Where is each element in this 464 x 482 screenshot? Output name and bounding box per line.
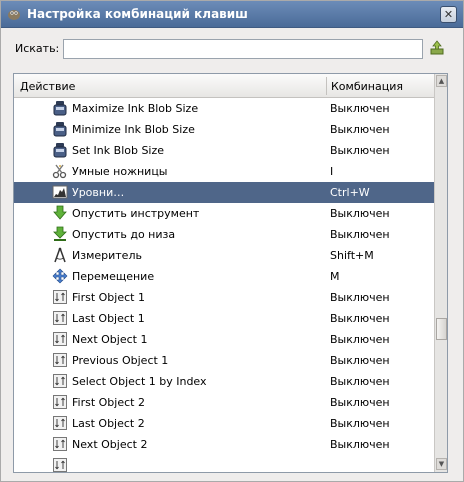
- column-separator: [326, 77, 327, 95]
- close-icon: ✕: [443, 8, 454, 21]
- shortcuts-dialog: Настройка комбинаций клавиш ✕ Искать: Де…: [0, 0, 464, 482]
- object-icon: [53, 416, 67, 430]
- table-row[interactable]: Previous Object 1 Выключен: [14, 350, 434, 371]
- object-icon: [53, 332, 67, 346]
- shortcut-value[interactable]: Выключен: [330, 291, 390, 304]
- table-row[interactable]: First Object 2 Выключен: [14, 392, 434, 413]
- action-name: Previous Object 1: [72, 354, 169, 367]
- column-header-shortcut[interactable]: Комбинация: [331, 80, 403, 93]
- table-row[interactable]: Опустить инструмент Выключен: [14, 203, 434, 224]
- search-label: Искать:: [15, 42, 60, 55]
- shortcut-value[interactable]: Выключен: [330, 123, 390, 136]
- table-row[interactable]: First Object 1 Выключен: [14, 287, 434, 308]
- table-row[interactable]: Уровни… Ctrl+W: [14, 182, 434, 203]
- table-row[interactable]: Last Object 1 Выключен: [14, 308, 434, 329]
- object-icon: [53, 458, 67, 472]
- table-row[interactable]: Set Ink Blob Size Выключен: [14, 140, 434, 161]
- shortcut-value[interactable]: Выключен: [330, 375, 390, 388]
- measure-icon: [54, 247, 66, 263]
- action-name: Next Object 2: [72, 438, 148, 451]
- action-name: Измеритель: [72, 249, 142, 262]
- action-name: Last Object 2: [72, 417, 145, 430]
- action-name: First Object 1: [72, 291, 145, 304]
- shortcut-value[interactable]: Выключен: [330, 102, 390, 115]
- table-row[interactable]: Next Object 1 Выключен: [14, 329, 434, 350]
- object-icon: [53, 353, 67, 367]
- action-name: First Object 2: [72, 396, 145, 409]
- action-name: Set Ink Blob Size: [72, 144, 165, 157]
- object-icon: [53, 311, 67, 325]
- shortcut-value[interactable]: Выключен: [330, 333, 390, 346]
- gimp-app-icon: [8, 10, 20, 20]
- column-header-action[interactable]: Действие: [20, 80, 75, 93]
- shortcut-value[interactable]: Выключен: [330, 354, 390, 367]
- ink-icon: [53, 101, 67, 116]
- window-title: Настройка комбинаций клавиш: [27, 7, 248, 21]
- search-row: Искать:: [1, 29, 463, 69]
- action-name: Maximize Ink Blob Size: [72, 102, 199, 115]
- table-row[interactable]: Minimize Ink Blob Size Выключен: [14, 119, 434, 140]
- shortcut-value[interactable]: Shift+M: [330, 249, 374, 262]
- action-name: Уровни…: [72, 186, 125, 199]
- shortcut-value[interactable]: I: [330, 165, 333, 178]
- action-name: Опустить до низа: [72, 228, 176, 241]
- title-bar[interactable]: Настройка комбинаций клавиш ✕: [1, 1, 463, 28]
- object-icon: [53, 374, 67, 388]
- arrow-down-icon: [53, 205, 67, 220]
- vertical-scrollbar[interactable]: ▲ ▼: [434, 74, 447, 472]
- action-name: Select Object 1 by Index: [72, 375, 207, 388]
- shortcut-value[interactable]: Ctrl+W: [330, 186, 370, 199]
- object-icon: [53, 290, 67, 304]
- ink-icon: [53, 122, 67, 137]
- table-row[interactable]: Next Object 2 Выключен: [14, 434, 434, 455]
- ink-icon: [53, 143, 67, 158]
- action-name: Next Object 1: [72, 333, 148, 346]
- search-action-icon[interactable]: [429, 40, 445, 56]
- table-row[interactable]: Select Object 1 by Index Выключен: [14, 371, 434, 392]
- shortcut-value[interactable]: Выключен: [330, 417, 390, 430]
- close-button[interactable]: ✕: [440, 6, 457, 23]
- table-row[interactable]: Maximize Ink Blob Size Выключен: [14, 98, 434, 119]
- table-row[interactable]: Умные ножницы I: [14, 161, 434, 182]
- shortcut-value[interactable]: Выключен: [330, 312, 390, 325]
- arrow-bottom-icon: [53, 226, 67, 241]
- object-icon: [53, 395, 67, 409]
- shortcut-value[interactable]: Выключен: [330, 207, 390, 220]
- shortcut-value[interactable]: Выключен: [330, 144, 390, 157]
- table-row[interactable]: Last Object 2 Выключен: [14, 413, 434, 434]
- table-header: Действие Комбинация: [14, 74, 434, 98]
- scroll-thumb[interactable]: [436, 318, 447, 340]
- action-name: Умные ножницы: [72, 165, 168, 178]
- action-name: Last Object 1: [72, 312, 145, 325]
- action-name: Перемещение: [72, 270, 155, 283]
- table-row[interactable]: Измеритель Shift+M: [14, 245, 434, 266]
- scroll-up-icon[interactable]: ▲: [436, 75, 447, 87]
- shortcut-value[interactable]: Выключен: [330, 396, 390, 409]
- table-row[interactable]: [14, 455, 434, 472]
- shortcut-value[interactable]: Выключен: [330, 228, 390, 241]
- object-icon: [53, 437, 67, 451]
- shortcuts-table: Действие Комбинация Maximize Ink Blob Si…: [13, 73, 448, 473]
- scissors-icon: [52, 164, 67, 179]
- scroll-down-icon[interactable]: ▼: [436, 458, 447, 470]
- shortcut-value[interactable]: M: [330, 270, 340, 283]
- search-input[interactable]: [63, 39, 423, 59]
- action-name: Опустить инструмент: [72, 207, 200, 220]
- table-row[interactable]: Перемещение M: [14, 266, 434, 287]
- shortcut-value[interactable]: Выключен: [330, 438, 390, 451]
- move-icon: [52, 268, 68, 284]
- table-body: Maximize Ink Blob Size Выключен Minimize I…: [14, 98, 434, 472]
- table-row[interactable]: Опустить до низа Выключен: [14, 224, 434, 245]
- action-name: Minimize Ink Blob Size: [72, 123, 195, 136]
- levels-icon: [52, 185, 68, 199]
